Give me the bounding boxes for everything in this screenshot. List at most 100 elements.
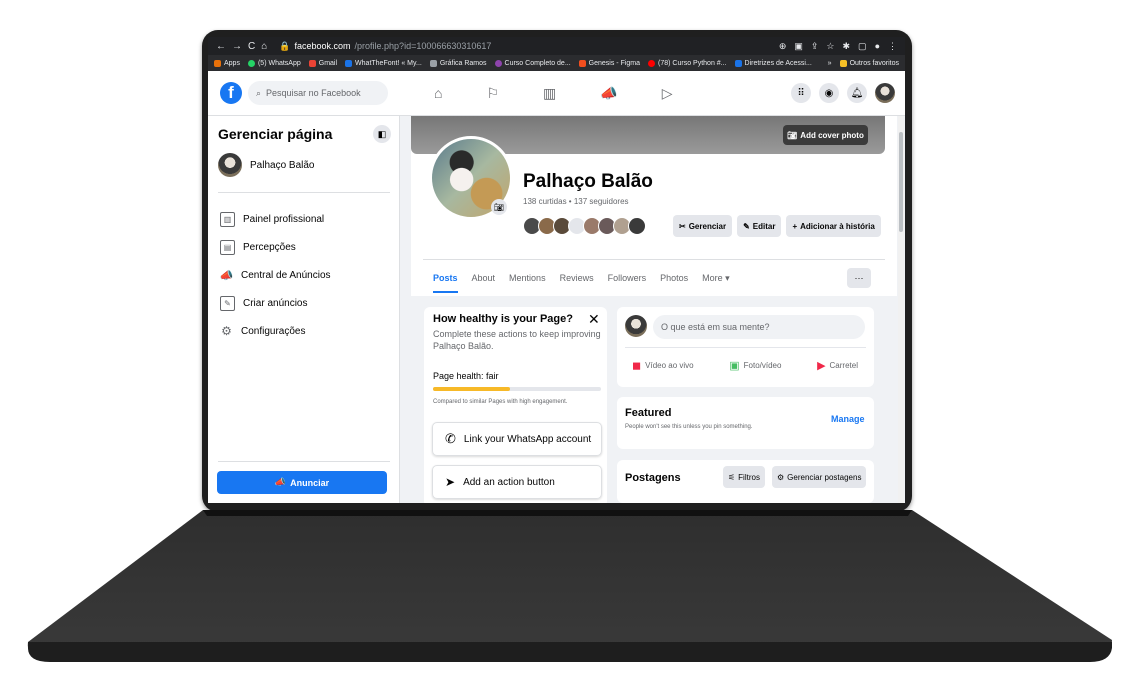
bookmark-figma[interactable]: Genesis - Figma [578,59,640,67]
bookmark-gmail[interactable]: Gmail [308,59,337,67]
add-story-label: Adicionar à história [800,221,875,231]
back-icon[interactable]: ← [216,41,226,52]
add-action-button[interactable]: ➤ Add an action button [432,465,602,499]
bookmark-grafica-ramos[interactable]: Gráfica Ramos [429,59,487,67]
sidebar-item-percepcoes[interactable]: ▤ Percepções [220,233,331,261]
scrollbar[interactable] [898,116,904,503]
w3c-icon [734,59,742,67]
scrollbar-thumb[interactable] [899,132,903,232]
address-bar[interactable]: 🔒 facebook.com/profile.php?id=1000666303… [279,41,491,52]
featured-card: Featured People won't see this unless yo… [617,397,874,449]
bookmark-apps[interactable]: Apps [214,59,240,67]
bookmarks-more[interactable]: » [828,60,832,67]
manage-posts-button[interactable]: ⚙ Gerenciar postagens [772,466,867,488]
sidebar-item-criar-anuncios[interactable]: ✎ Criar anúncios [220,289,331,317]
divider [423,259,885,260]
promote-button[interactable]: 📣 Anunciar [217,471,387,494]
tab-reviews[interactable]: Reviews [560,273,594,293]
window-icon[interactable]: ▢ [858,41,867,52]
manage-posts-label: Gerenciar postagens [787,472,862,482]
star-icon[interactable]: ☆ [826,41,834,52]
add-story-button[interactable]: + Adicionar à história [786,215,881,237]
close-icon[interactable]: ✕ [588,311,600,328]
add-cover-photo-button[interactable]: 📷︎ Add cover photo [783,125,868,145]
posts-title: Postagens [625,472,681,484]
facebook-logo-icon[interactable]: f [220,82,242,104]
tab-mentions[interactable]: Mentions [509,273,546,293]
menu-grid-icon[interactable]: ⠿ [791,83,811,103]
follower-avatars[interactable] [523,217,646,235]
bookmark-diretrizes[interactable]: Diretrizes de Acessi... [734,59,812,67]
tab-followers[interactable]: Followers [608,273,647,293]
live-video-icon: ◼ [632,360,642,372]
sidebar-page-link[interactable]: Palhaço Balão [218,153,315,177]
install-icon[interactable]: ⊕ [779,41,787,52]
avatar [625,315,647,337]
live-video-button[interactable]: ◼ Vídeo ao vivo [632,359,694,372]
home-nav-icon[interactable]: ⌂ [434,85,442,102]
bookmark-youtube[interactable]: (78) Curso Python #... [648,59,727,67]
sidebar-item-configuracoes[interactable]: ⚙ Configurações [220,317,331,345]
photo-video-button[interactable]: ▣ Foto/vídeo [729,359,781,372]
whatthefont-icon [345,59,353,67]
sidebar-item-label: Criar anúncios [243,297,308,309]
folder-icon [839,59,847,67]
bookmark-whatthefont[interactable]: WhatTheFont! « My... [345,59,422,67]
home-icon[interactable]: ⌂ [261,41,267,52]
page-avatar [218,153,242,177]
divider [218,461,390,462]
menu-icon[interactable]: ⋮ [888,41,897,52]
promote-label: Anunciar [290,477,330,488]
forward-icon[interactable]: → [232,41,242,52]
search-input[interactable]: ⌕ Pesquisar no Facebook [248,81,388,105]
watch-video-icon[interactable]: ▷ [662,85,673,102]
figma-icon [578,59,586,67]
reload-icon[interactable]: C [248,41,255,52]
manage-button[interactable]: ✂ Gerenciar [673,215,733,237]
tab-more[interactable]: More ▾ [702,273,730,293]
link-whatsapp-button[interactable]: ✆ Link your WhatsApp account [432,422,602,456]
bookmark-curso-completo[interactable]: Curso Completo de... [494,59,571,67]
extensions-icon[interactable]: ✱ [843,41,851,52]
composer-input[interactable]: O que está em sua mente? [653,315,865,339]
pencil-icon: ✎ [220,295,235,311]
filters-label: Filtros [738,472,760,482]
filters-button[interactable]: ⚟ Filtros [723,466,765,488]
featured-title: Featured [625,407,672,419]
tab-posts[interactable]: Posts [433,273,458,293]
camera-icon[interactable]: 📷︎ [491,199,507,215]
pages-flag-icon[interactable]: ⚐ [486,85,499,102]
profile-icon[interactable]: ● [875,41,880,52]
featured-manage-link[interactable]: Manage [831,414,865,424]
collapse-sidebar-icon[interactable]: ◧ [373,125,391,143]
health-progress-fill [433,387,511,391]
account-avatar[interactable] [875,83,895,103]
apps-icon [214,59,221,67]
youtube-icon [648,59,656,67]
reel-button[interactable]: ▶ Carretel [817,359,858,372]
edit-button[interactable]: ✎ Editar [737,215,782,237]
ads-megaphone-icon[interactable]: 📣 [600,85,617,102]
bookmark-label: Gráfica Ramos [439,59,487,67]
dashboard-nav-icon[interactable]: ▥ [543,85,556,102]
notifications-bell-icon[interactable]: 🔔︎ [847,83,867,103]
messenger-icon[interactable]: ◉ [819,83,839,103]
bookmark-whatsapp[interactable]: (5) WhatsApp [247,59,301,67]
sidebar-item-painel[interactable]: ▥ Painel profissional [220,205,331,233]
sidebar-item-label: Painel profissional [243,213,325,225]
facebook-header: f ⌕ Pesquisar no Facebook ⌂ ⚐ ▥ 📣 ▷ ⠿ ◉ … [208,71,905,116]
tab-photos[interactable]: Photos [660,273,688,293]
cursor-icon: ➤ [445,475,456,489]
translate-icon[interactable]: ▣ [794,41,803,52]
insights-icon: ▤ [220,239,235,255]
megaphone-icon: 📣 [219,269,234,282]
tab-about[interactable]: About [472,273,496,293]
sidebar-item-central-anuncios[interactable]: 📣 Central de Anúncios [220,261,331,289]
pencil-icon: ✎ [743,221,750,231]
bookmark-other[interactable]: Outros favoritos [839,59,899,67]
bookmark-label: WhatTheFont! « My... [355,59,422,67]
share-icon[interactable]: ⇪ [811,41,819,52]
page-stats[interactable]: 138 curtidas • 137 seguidores [523,197,629,206]
more-options-button[interactable]: ··· [847,268,871,288]
post-composer: O que está em sua mente? ◼ Vídeo ao vivo … [617,307,874,387]
